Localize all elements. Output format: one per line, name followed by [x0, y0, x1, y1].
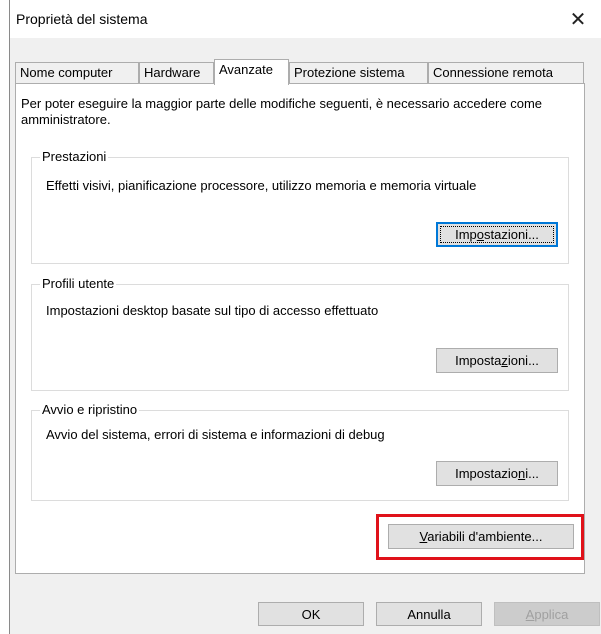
group-description: Impostazioni desktop basate sul tipo di … [46, 303, 379, 318]
label-part: ioni... [507, 353, 539, 368]
label-part: Imposta [455, 353, 502, 368]
title-bar: Proprietà del sistema ✕ [10, 0, 601, 38]
tab-nome-computer[interactable]: Nome computer [15, 62, 139, 83]
tab-connessione-remota[interactable]: Connessione remota [428, 62, 584, 83]
close-icon: ✕ [569, 8, 587, 31]
tab-hardware[interactable]: Hardware [139, 62, 214, 83]
group-startup-recovery: Avvio e ripristino Avvio del sistema, er… [31, 402, 569, 501]
tab-label: Hardware [144, 65, 201, 80]
button-label: Impostazioni... [455, 227, 539, 242]
window-title: Proprietà del sistema [16, 11, 148, 27]
cancel-button[interactable]: Annulla [376, 602, 482, 626]
environment-variables-button[interactable]: Variabili d'ambiente... [388, 524, 574, 549]
performance-settings-button[interactable]: Impostazioni... [436, 222, 558, 247]
group-description: Effetti visivi, pianificazione processor… [46, 178, 477, 193]
close-button[interactable]: ✕ [555, 0, 601, 38]
label-part: i... [525, 466, 539, 481]
button-label: Applica [526, 607, 569, 622]
user-profiles-settings-button[interactable]: Impostazioni... [436, 348, 558, 373]
group-performance: Prestazioni Effetti visivi, pianificazio… [31, 149, 569, 264]
button-label: OK [301, 606, 321, 622]
group-user-profiles: Profili utente Impostazioni desktop basa… [31, 276, 569, 391]
startup-recovery-settings-button[interactable]: Impostazioni... [436, 461, 558, 486]
tab-protezione-sistema[interactable]: Protezione sistema [289, 62, 428, 83]
group-title: Avvio e ripristino [40, 402, 140, 417]
admin-note: Per poter eseguire la maggior parte dell… [21, 96, 543, 127]
button-label: Variabili d'ambiente... [420, 529, 543, 544]
tab-label: Avanzate [219, 62, 273, 77]
label-part: Imp [455, 227, 477, 242]
button-label: Impostazioni... [455, 466, 539, 481]
ok-button[interactable]: OK [258, 602, 364, 626]
tab-avanzate[interactable]: Avanzate [214, 59, 289, 85]
label-part: stazioni... [483, 227, 539, 242]
label-part: ariabili d'ambiente... [427, 529, 543, 544]
tab-label: Connessione remota [433, 65, 553, 80]
group-description: Avvio del sistema, errori di sistema e i… [46, 427, 385, 442]
label-part: pplica [534, 606, 569, 622]
button-label: Annulla [407, 606, 451, 622]
group-title: Prestazioni [40, 149, 109, 164]
tab-label: Nome computer [20, 65, 113, 80]
apply-button[interactable]: Applica [494, 602, 600, 626]
label-part: Impostazio [455, 466, 518, 481]
button-label: Impostazioni... [455, 353, 539, 368]
group-title: Profili utente [40, 276, 117, 291]
tab-label: Protezione sistema [294, 65, 405, 80]
access-key: o [476, 227, 484, 242]
